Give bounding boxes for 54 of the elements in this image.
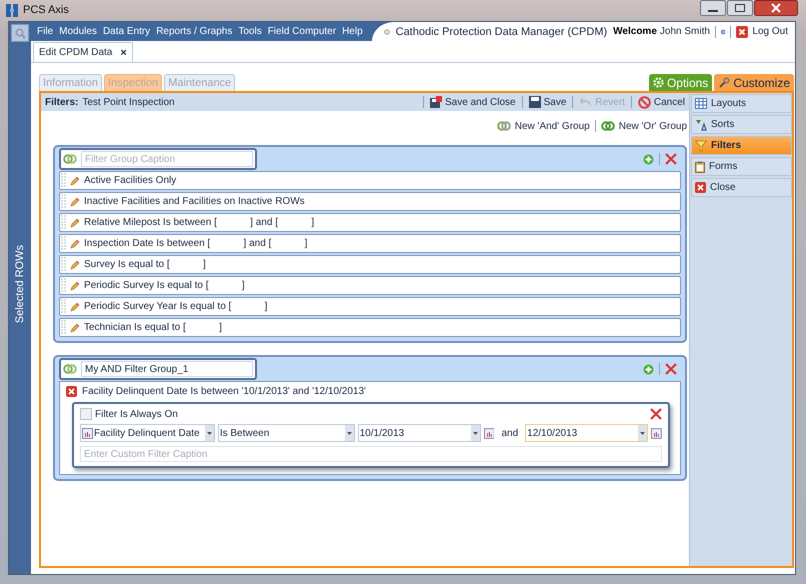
menu-item[interactable]: Tools — [235, 26, 265, 37]
menu-item[interactable]: Reports / Graphs — [153, 26, 236, 37]
new-or-group-link[interactable]: New 'Or' Group — [600, 120, 687, 132]
filter-text: Periodic Survey Is equal to [ ] — [84, 280, 245, 291]
filters-value: Test Point Inspection — [82, 96, 175, 108]
and-label: and — [501, 428, 518, 438]
menu-item[interactable]: Data Entry — [100, 26, 154, 37]
menu-item[interactable]: Help — [339, 26, 366, 37]
log-out-link[interactable]: Log Out — [736, 26, 788, 38]
filter-row[interactable]: Relative Milepost Is between [ ] and [ ] — [59, 213, 681, 232]
menu-item[interactable]: Modules — [56, 26, 100, 37]
filter-text: Facility Delinquent Date Is between '10/1/2013' and '12/10/2013' — [82, 386, 366, 396]
document-tab[interactable]: Edit CPDM Data × — [33, 42, 133, 62]
group-caption-field[interactable]: My AND Filter Group_1 — [59, 358, 257, 380]
date-field[interactable]: 10/1/2013 — [358, 424, 481, 442]
tab-close-button[interactable]: × — [120, 46, 127, 58]
menu-item[interactable]: File — [34, 26, 56, 37]
customize-tab[interactable]: Customize — [714, 74, 794, 91]
custom-caption-field[interactable]: Enter Custom Filter Caption — [80, 446, 662, 462]
filter-text: Periodic Survey Year Is equal to [ ] — [84, 301, 268, 312]
filter-row[interactable]: Technician Is equal to [ ] — [59, 318, 681, 337]
welcome-label: Welcome — [613, 26, 657, 37]
side-panel-item[interactable]: Sorts — [691, 115, 792, 134]
new-and-group-link[interactable]: New 'And' Group — [496, 120, 590, 132]
menu-item[interactable]: Field Computer — [264, 26, 340, 37]
filter-row[interactable]: Active Facilities Only — [59, 171, 681, 190]
filter-text: Inspection Date Is between [ ] and [ ] — [84, 238, 308, 249]
side-panel-item[interactable]: Close — [691, 178, 792, 197]
always-on-checkbox[interactable]: Filter Is Always On — [80, 408, 178, 420]
filter-text: Technician Is equal to [ ] — [84, 322, 222, 333]
selected-rows-tab[interactable]: Selected ROWs — [14, 245, 26, 324]
filter-text: Survey Is equal to [ ] — [84, 259, 206, 270]
filter-text: Relative Milepost Is between [ ] and [ ] — [84, 217, 314, 228]
filters-label: Filters: — [45, 96, 78, 108]
save-and-close-button[interactable]: Save and Close — [430, 96, 516, 108]
filter-row[interactable]: Survey Is equal to [ ] — [59, 255, 681, 274]
filter-row[interactable]: Inactive Facilities and Facilities on Inactive ROWs — [59, 192, 681, 211]
filter-row[interactable]: Periodic Survey Is equal to [ ] — [59, 276, 681, 295]
side-panel-item[interactable]: Filters — [691, 136, 792, 155]
operator-dropdown[interactable]: Is Between — [218, 424, 355, 442]
filter-text: Active Facilities Only — [84, 175, 176, 186]
cancel-button[interactable]: Cancel — [638, 96, 685, 108]
window-title: PCS Axis — [23, 4, 69, 16]
filter-row[interactable]: Inspection Date Is between [ ] and [ ] — [59, 234, 681, 253]
filter-text: Inactive Facilities and Facilities on Inactive ROWs — [84, 196, 305, 207]
save-button[interactable]: Save — [528, 96, 566, 108]
group-caption-field[interactable]: Filter Group Caption — [59, 148, 257, 170]
date-field[interactable]: 12/10/2013 — [525, 424, 648, 442]
field-dropdown[interactable]: Facility Delinquent Date — [80, 424, 215, 442]
side-panel-item[interactable]: Layouts — [691, 94, 792, 113]
app-title: Cathodic Protection Data Manager (CPDM) — [396, 26, 608, 38]
filter-row[interactable]: Periodic Survey Year Is equal to [ ] — [59, 297, 681, 316]
side-panel-item[interactable]: Forms — [691, 157, 792, 176]
user-name: John Smith — [660, 26, 710, 37]
